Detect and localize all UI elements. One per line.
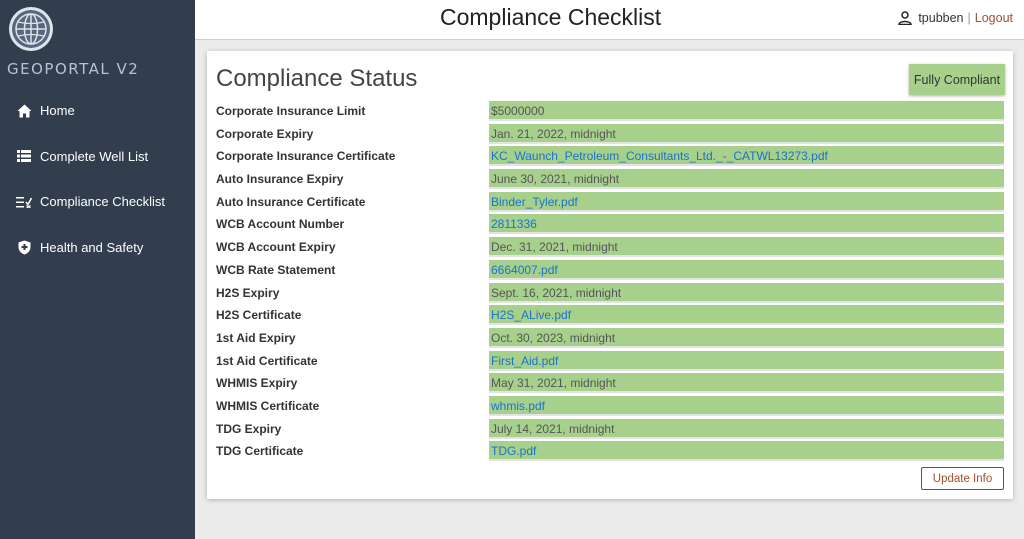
- row-value-link[interactable]: TDG.pdf: [489, 441, 1004, 462]
- row-value-link[interactable]: 6664007.pdf: [489, 259, 1004, 280]
- separator: |: [967, 11, 971, 25]
- sidebar-item-compliance-checklist[interactable]: Compliance Checklist: [0, 179, 195, 225]
- row-label: Auto Insurance Expiry: [216, 172, 344, 187]
- table-row: Corporate Insurance Limit $5000000: [207, 100, 1013, 123]
- brand-name: GEOPORTAL V2: [7, 60, 140, 78]
- row-value: Jan. 21, 2022, midnight: [489, 123, 1004, 144]
- sidebar-nav: Home Complete Well List Compliance Check…: [0, 88, 195, 270]
- sidebar: GEOPORTAL V2 Home Complete Well List Com…: [0, 0, 195, 539]
- table-row: WCB Rate Statement 6664007.pdf: [207, 259, 1013, 282]
- sidebar-item-label: Complete Well List: [40, 148, 149, 164]
- row-value: May 31, 2021, midnight: [489, 373, 1004, 394]
- logout-link[interactable]: Logout: [975, 11, 1013, 25]
- user-menu: tpubben | Logout: [898, 11, 1013, 25]
- list-icon: [16, 148, 32, 164]
- username[interactable]: tpubben: [918, 11, 963, 25]
- row-label: TDG Certificate: [216, 444, 304, 459]
- row-value-link[interactable]: 2811336: [489, 214, 1004, 235]
- table-row: WCB Account Expiry Dec. 31, 2021, midnigh…: [207, 236, 1013, 259]
- row-value-link[interactable]: Binder_Tyler.pdf: [489, 191, 1004, 212]
- sidebar-item-label: Home: [40, 103, 75, 119]
- row-value-link[interactable]: First_Aid.pdf: [489, 350, 1004, 371]
- sidebar-item-label: Health and Safety: [40, 239, 144, 255]
- sidebar-item-home[interactable]: Home: [0, 88, 195, 134]
- sidebar-item-health-and-safety[interactable]: Health and Safety: [0, 225, 195, 271]
- table-row: Corporate Insurance Certificate KC_Waunch…: [207, 145, 1013, 168]
- row-label: WHMIS Certificate: [216, 398, 320, 413]
- table-row: 1st Aid Expiry Oct. 30, 2023, midnight: [207, 327, 1013, 350]
- user-icon: [898, 11, 913, 25]
- table-row: Corporate Expiry Jan. 21, 2022, midnight: [207, 123, 1013, 146]
- row-value-link[interactable]: whmis.pdf: [489, 395, 1004, 416]
- table-row: TDG Certificate TDG.pdf: [207, 440, 1013, 463]
- row-label: Corporate Expiry: [216, 126, 314, 141]
- table-row: Auto Insurance Expiry June 30, 2021, midn…: [207, 168, 1013, 191]
- row-label: WHMIS Expiry: [216, 376, 298, 391]
- row-label: H2S Certificate: [216, 308, 302, 323]
- row-label: Corporate Insurance Certificate: [216, 149, 396, 164]
- row-label: 1st Aid Certificate: [216, 353, 318, 368]
- compliance-rows: Corporate Insurance Limit $5000000 Corpora…: [207, 100, 1013, 463]
- row-label: Auto Insurance Certificate: [216, 194, 366, 209]
- row-value: Sept. 16, 2021, midnight: [489, 282, 1004, 303]
- table-row: WHMIS Certificate whmis.pdf: [207, 395, 1013, 418]
- status-badge: Fully Compliant: [909, 64, 1005, 95]
- row-label: TDG Expiry: [216, 421, 282, 436]
- row-value: June 30, 2021, midnight: [489, 169, 1004, 190]
- table-row: H2S Expiry Sept. 16, 2021, midnight: [207, 282, 1013, 305]
- table-row: WCB Account Number 2811336: [207, 213, 1013, 236]
- table-row: H2S Certificate H2S_ALive.pdf: [207, 304, 1013, 327]
- page-title: Compliance Checklist: [440, 4, 662, 30]
- home-icon: [16, 103, 32, 119]
- shield-icon: [16, 239, 32, 255]
- row-value: Oct. 30, 2023, midnight: [489, 327, 1004, 348]
- table-row: Auto Insurance Certificate Binder_Tyler.p…: [207, 191, 1013, 214]
- row-label: H2S Expiry: [216, 285, 280, 300]
- sidebar-item-complete-well-list[interactable]: Complete Well List: [0, 134, 195, 180]
- card-title: Compliance Status: [216, 65, 418, 92]
- table-row: WHMIS Expiry May 31, 2021, midnight: [207, 372, 1013, 395]
- row-value: Dec. 31, 2021, midnight: [489, 237, 1004, 258]
- row-label: WCB Rate Statement: [216, 262, 336, 277]
- row-value-link[interactable]: KC_Waunch_Petroleum_Consultants_Ltd._-_C…: [489, 146, 1004, 167]
- row-label: 1st Aid Expiry: [216, 330, 296, 345]
- table-row: TDG Expiry July 14, 2021, midnight: [207, 418, 1013, 441]
- row-value-link[interactable]: H2S_ALive.pdf: [489, 305, 1004, 326]
- table-row: 1st Aid Certificate First_Aid.pdf: [207, 350, 1013, 373]
- checklist-icon: [16, 194, 32, 210]
- update-info-button[interactable]: Update Info: [921, 467, 1004, 490]
- row-value: $5000000: [489, 101, 1004, 121]
- globe-logo-icon[interactable]: [8, 6, 54, 52]
- row-value: July 14, 2021, midnight: [489, 418, 1004, 439]
- row-label: Corporate Insurance Limit: [216, 104, 366, 118]
- compliance-card: Compliance Status Fully Compliant Corpor…: [207, 51, 1013, 499]
- row-label: WCB Account Number: [216, 217, 345, 232]
- row-label: WCB Account Expiry: [216, 240, 336, 255]
- sidebar-item-label: Compliance Checklist: [40, 194, 165, 210]
- top-header: Compliance Checklist tpubben | Logout: [195, 0, 1024, 40]
